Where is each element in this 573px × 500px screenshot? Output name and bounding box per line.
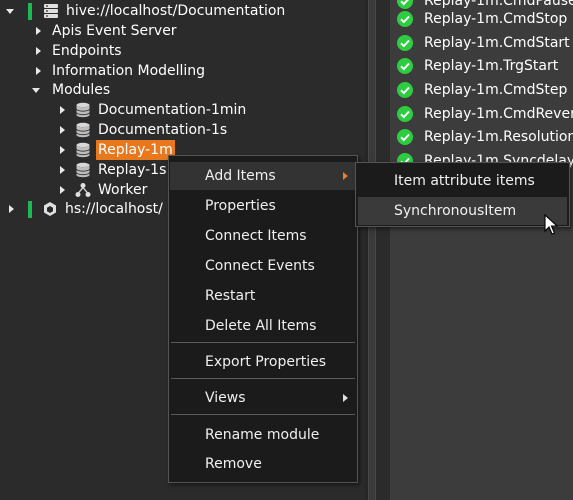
module-worker[interactable]: Worker [60, 180, 149, 200]
database-icon [76, 162, 90, 178]
expand-arrow-icon[interactable] [60, 106, 65, 114]
menu-item-restart[interactable]: Restart [170, 282, 356, 310]
item-label: Replay-1m.Resolution [424, 129, 573, 145]
tree-item-label: Apis Event Server [52, 23, 177, 39]
database-icon [76, 142, 90, 158]
worker-icon [75, 183, 91, 197]
expand-arrow-icon[interactable] [36, 47, 41, 55]
module-label: Documentation-1s [98, 122, 228, 138]
database-icon [76, 102, 90, 118]
item-label: Replay-1m.CmdStop [424, 11, 568, 27]
menu-item-connect-items[interactable]: Connect Items [170, 222, 356, 250]
submenu-item-label: SynchronousItem [394, 203, 517, 219]
tree-item-label: Information Modelling [52, 63, 206, 79]
tree-item-endpoints[interactable]: Endpoints [36, 41, 124, 61]
menu-item-properties[interactable]: Properties [170, 192, 356, 220]
check-circle-icon [397, 58, 413, 74]
list-item[interactable]: Replay-1m.CmdReverse [396, 104, 573, 124]
hive-icon [44, 202, 56, 216]
module-label: Worker [98, 182, 148, 198]
server-icon [44, 4, 58, 18]
menu-item-label: Connect Items [205, 228, 307, 244]
menu-item-label: Views [205, 390, 246, 406]
items-panel: Replay-1m.CmdPause Replay-1m.CmdStop Rep… [390, 0, 573, 500]
panel-gap [376, 0, 390, 500]
panel-splitter[interactable] [368, 0, 376, 500]
module-replay-1s[interactable]: Replay-1s [60, 160, 168, 180]
submenu-item-attribute-items[interactable]: Item attribute items [358, 167, 567, 195]
expand-arrow-icon[interactable] [36, 27, 41, 35]
expand-arrow-icon[interactable] [9, 205, 14, 213]
menu-separator [171, 414, 355, 415]
item-label: Replay-1m.CmdStep [424, 82, 568, 98]
expand-arrow-icon[interactable] [60, 146, 65, 154]
item-label: Replay-1m.CmdStart [424, 35, 570, 51]
submenu-item-synchronous-item[interactable]: SynchronousItem [358, 197, 567, 225]
module-label: Documentation-1min [98, 102, 247, 118]
module-label-selected: Replay-1m [96, 140, 175, 160]
menu-item-views[interactable]: Views [170, 384, 356, 412]
submenu-item-label: Item attribute items [394, 173, 535, 189]
status-indicator [28, 2, 32, 20]
menu-item-label: Connect Events [205, 258, 315, 274]
module-documentation-1min[interactable]: Documentation-1min [60, 100, 248, 120]
list-item[interactable]: Replay-1m.CmdStop [396, 9, 567, 29]
menu-item-label: Rename module [205, 427, 320, 443]
menu-item-label: Export Properties [205, 354, 327, 370]
item-label: Replay-1m.CmdPause [424, 0, 573, 9]
collapse-arrow-icon[interactable] [32, 87, 40, 93]
item-label: Replay-1m.CmdReverse [424, 106, 573, 122]
check-circle-icon [397, 11, 413, 27]
mouse-cursor-icon [544, 214, 558, 235]
tree-item-apis-event-server[interactable]: Apis Event Server [36, 21, 179, 41]
list-item[interactable]: Replay-1m.CmdStep [396, 80, 567, 100]
check-circle-icon [397, 129, 413, 145]
status-indicator [28, 200, 32, 218]
add-items-submenu: Item attribute items SynchronousItem [355, 162, 570, 227]
list-item[interactable]: Replay-1m.CmdStart [396, 33, 570, 53]
tree-item-label: Modules [52, 82, 111, 98]
expand-arrow-icon[interactable] [60, 186, 65, 194]
menu-item-label: Delete All Items [205, 318, 317, 334]
item-label: Replay-1m.TrgStart [424, 58, 559, 74]
list-item[interactable]: Replay-1m.Resolution [396, 127, 573, 147]
menu-item-export-properties[interactable]: Export Properties [170, 348, 356, 376]
menu-item-label: Add Items [205, 168, 276, 184]
tree-root-label: hs://localhost/ [65, 201, 163, 217]
menu-separator [171, 342, 355, 343]
collapse-arrow-icon[interactable] [6, 8, 14, 14]
check-circle-icon [397, 35, 413, 51]
tree-root-hive[interactable]: hive://localhost/Documentation [6, 1, 287, 21]
module-documentation-1s[interactable]: Documentation-1s [60, 120, 229, 140]
submenu-arrow-icon [343, 172, 348, 180]
menu-item-remove[interactable]: Remove [170, 450, 356, 478]
list-item[interactable]: Replay-1m.TrgStart [396, 56, 558, 76]
expand-arrow-icon[interactable] [60, 126, 65, 134]
context-menu: Add Items Properties Connect Items Conne… [168, 155, 358, 483]
menu-item-connect-events[interactable]: Connect Events [170, 252, 356, 280]
expand-arrow-icon[interactable] [60, 166, 65, 174]
check-circle-icon [397, 106, 413, 122]
menu-item-label: Properties [205, 198, 276, 214]
menu-item-label: Restart [205, 288, 256, 304]
menu-item-rename-module[interactable]: Rename module [170, 421, 356, 449]
module-replay-1m[interactable]: Replay-1m [60, 140, 175, 160]
menu-item-add-items[interactable]: Add Items [170, 162, 356, 190]
tree-root-label: hive://localhost/Documentation [66, 3, 286, 19]
submenu-arrow-icon [343, 394, 348, 402]
database-icon [76, 122, 90, 138]
expand-arrow-icon[interactable] [36, 67, 41, 75]
tree-item-label: Endpoints [52, 43, 122, 59]
tree-root-hs[interactable]: hs://localhost/ [9, 199, 165, 219]
menu-separator [171, 378, 355, 379]
tree-item-modules[interactable]: Modules [32, 80, 112, 100]
module-label: Replay-1s [98, 162, 167, 178]
tree-item-information-modelling[interactable]: Information Modelling [36, 61, 207, 81]
check-circle-icon [397, 82, 413, 98]
menu-item-delete-all-items[interactable]: Delete All Items [170, 312, 356, 340]
menu-item-label: Remove [205, 456, 262, 472]
